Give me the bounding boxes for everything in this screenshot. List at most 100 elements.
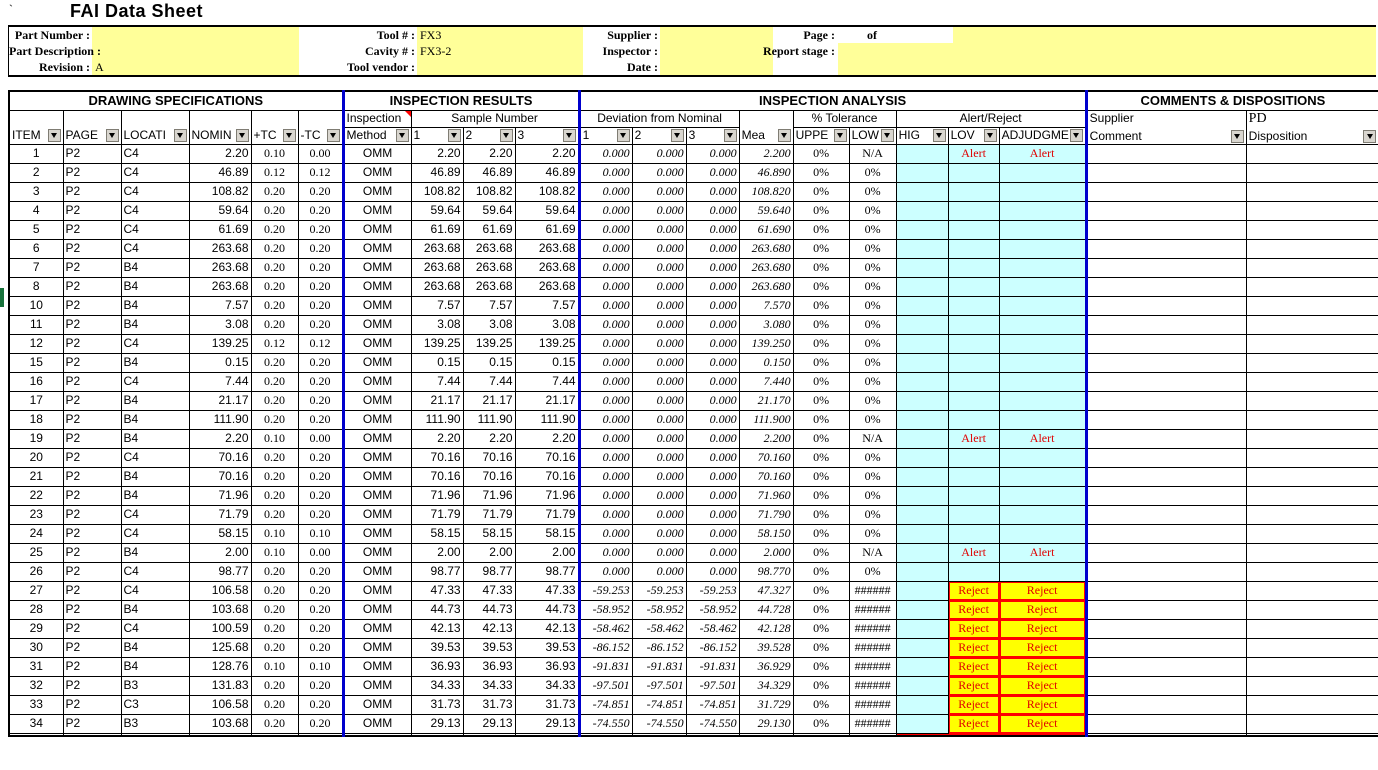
cell-lower[interactable]: ###### [849, 581, 896, 600]
cell-adjudgement[interactable]: Alert [999, 144, 1086, 163]
cell-supplier-comment[interactable] [1086, 353, 1246, 372]
cell-adjudgement[interactable] [999, 220, 1086, 239]
cell-upper[interactable]: 0% [793, 391, 849, 410]
cell-dev-3[interactable]: 0.000 [686, 372, 739, 391]
cell-mean[interactable]: 42.128 [739, 619, 793, 638]
cell-method[interactable]: OMM [343, 600, 411, 619]
cell-adjudgement[interactable]: Reject [999, 695, 1086, 714]
cell-method[interactable]: OMM [343, 315, 411, 334]
cell-lower[interactable]: 0% [849, 448, 896, 467]
cell-low[interactable] [948, 315, 999, 334]
cell-minus-tol[interactable]: 0.00 [298, 543, 343, 562]
cell-high[interactable] [896, 638, 948, 657]
cell-upper[interactable]: 0% [793, 144, 849, 163]
filter-dropdown-icon[interactable] [327, 129, 340, 142]
cell-plus-tol[interactable]: 0.20 [251, 467, 298, 486]
cell-plus-tol[interactable]: 0.20 [251, 258, 298, 277]
cell-low[interactable] [948, 239, 999, 258]
cell-adjudgement[interactable]: Reject [999, 714, 1086, 733]
cell-high[interactable] [896, 372, 948, 391]
cell-adjudgement[interactable] [999, 448, 1086, 467]
cell-method[interactable]: OMM [343, 429, 411, 448]
cell-minus-tol[interactable]: 0.10 [298, 524, 343, 543]
cell-sample-1[interactable]: 71.96 [411, 486, 463, 505]
cell-low[interactable]: Reject [948, 638, 999, 657]
cell-adjudgement[interactable] [999, 239, 1086, 258]
cell-sample-1[interactable]: 0.15 [411, 353, 463, 372]
cell-lower[interactable]: 0% [849, 562, 896, 581]
cell-lower[interactable]: ###### [849, 676, 896, 695]
cell-minus-tol[interactable]: 0.20 [298, 220, 343, 239]
cell-plus-tol[interactable]: 0.20 [251, 714, 298, 733]
cell-upper[interactable]: 0% [793, 600, 849, 619]
cell-low[interactable] [948, 296, 999, 315]
cell-nominal[interactable]: 111.90 [189, 410, 251, 429]
cell-item[interactable]: 15 [9, 353, 63, 372]
cell-dev-1[interactable]: 0.000 [579, 486, 632, 505]
cell-item[interactable]: 22 [9, 486, 63, 505]
cell-sample-2[interactable]: 263.68 [463, 239, 515, 258]
cell-location[interactable]: C4 [121, 524, 189, 543]
cell-lower[interactable]: 0% [849, 182, 896, 201]
cell-plus-tol[interactable]: 0.20 [251, 220, 298, 239]
cell-dev-3[interactable]: 0.000 [686, 201, 739, 220]
cell-upper[interactable]: 0% [793, 277, 849, 296]
cell-plus-tol[interactable]: 0.10 [251, 144, 298, 163]
cell-pd-disposition[interactable] [1246, 676, 1378, 695]
cell-location[interactable]: C4 [121, 220, 189, 239]
cell-pd-disposition[interactable] [1246, 733, 1378, 736]
cell-adjudgement[interactable] [999, 410, 1086, 429]
cell-dev-3[interactable]: 0.000 [686, 182, 739, 201]
cell-mean[interactable]: 36.929 [739, 657, 793, 676]
cell-high[interactable] [896, 201, 948, 220]
cell-plus-tol[interactable]: 0.12 [251, 334, 298, 353]
cell-page[interactable]: P2 [63, 486, 121, 505]
cell-dev-1[interactable]: 0.000 [579, 448, 632, 467]
cell-item[interactable]: 26 [9, 562, 63, 581]
cell-method[interactable]: OMM [343, 619, 411, 638]
cell-minus-tol[interactable]: 0.20 [298, 505, 343, 524]
cell-nominal[interactable]: 2.00 [189, 543, 251, 562]
cell-item[interactable]: 11 [9, 315, 63, 334]
cell-sample-1[interactable]: 2.20 [411, 429, 463, 448]
cell-pd-disposition[interactable] [1246, 391, 1378, 410]
cell-low[interactable]: Reject [948, 619, 999, 638]
cell-high[interactable] [896, 543, 948, 562]
cell-sample-3[interactable]: 42.13 [515, 619, 579, 638]
cell-dev-1[interactable] [579, 733, 632, 736]
cell-dev-3[interactable]: -86.152 [686, 638, 739, 657]
cell-dev-3[interactable]: 0.000 [686, 334, 739, 353]
cell-plus-tol[interactable]: 0.10 [251, 524, 298, 543]
report-stage-field[interactable] [838, 43, 1376, 75]
cell-mean[interactable]: 263.680 [739, 239, 793, 258]
cell-location[interactable]: C3 [121, 695, 189, 714]
cell-high[interactable] [896, 524, 948, 543]
cell-supplier-comment[interactable] [1086, 220, 1246, 239]
cell-dev-1[interactable]: 0.000 [579, 505, 632, 524]
cell-plus-tol[interactable]: 0.20 [251, 201, 298, 220]
cell-sample-3[interactable]: 58.15 [515, 524, 579, 543]
cell-dev-1[interactable]: 0.000 [579, 296, 632, 315]
cell-dev-2[interactable]: 0.000 [632, 353, 686, 372]
cell-sample-1[interactable]: 108.82 [411, 182, 463, 201]
cell-high[interactable] [896, 581, 948, 600]
cell-item[interactable]: 21 [9, 467, 63, 486]
cell-supplier-comment[interactable] [1086, 638, 1246, 657]
cell-lower[interactable]: 0% [849, 524, 896, 543]
cell-method[interactable]: OMM [343, 543, 411, 562]
cell-location[interactable]: B4 [121, 543, 189, 562]
cell-nominal[interactable]: 2.20 [189, 429, 251, 448]
cell-lower[interactable]: 0% [849, 467, 896, 486]
cell-dev-1[interactable]: 0.000 [579, 277, 632, 296]
cell-pd-disposition[interactable] [1246, 562, 1378, 581]
cell-dev-2[interactable]: 0.000 [632, 277, 686, 296]
cell-adjudgement[interactable]: Reject [999, 676, 1086, 695]
cell-sample-3[interactable]: 263.68 [515, 239, 579, 258]
cell-sample-1[interactable]: 31.73 [411, 695, 463, 714]
cell-sample-3[interactable]: 44.73 [515, 600, 579, 619]
cell-minus-tol[interactable]: 0.10 [298, 657, 343, 676]
cell-mean[interactable]: 58.150 [739, 524, 793, 543]
cell-dev-2[interactable]: -74.550 [632, 714, 686, 733]
cell-location[interactable]: C4 [121, 144, 189, 163]
cell-adjudgement[interactable] [999, 277, 1086, 296]
